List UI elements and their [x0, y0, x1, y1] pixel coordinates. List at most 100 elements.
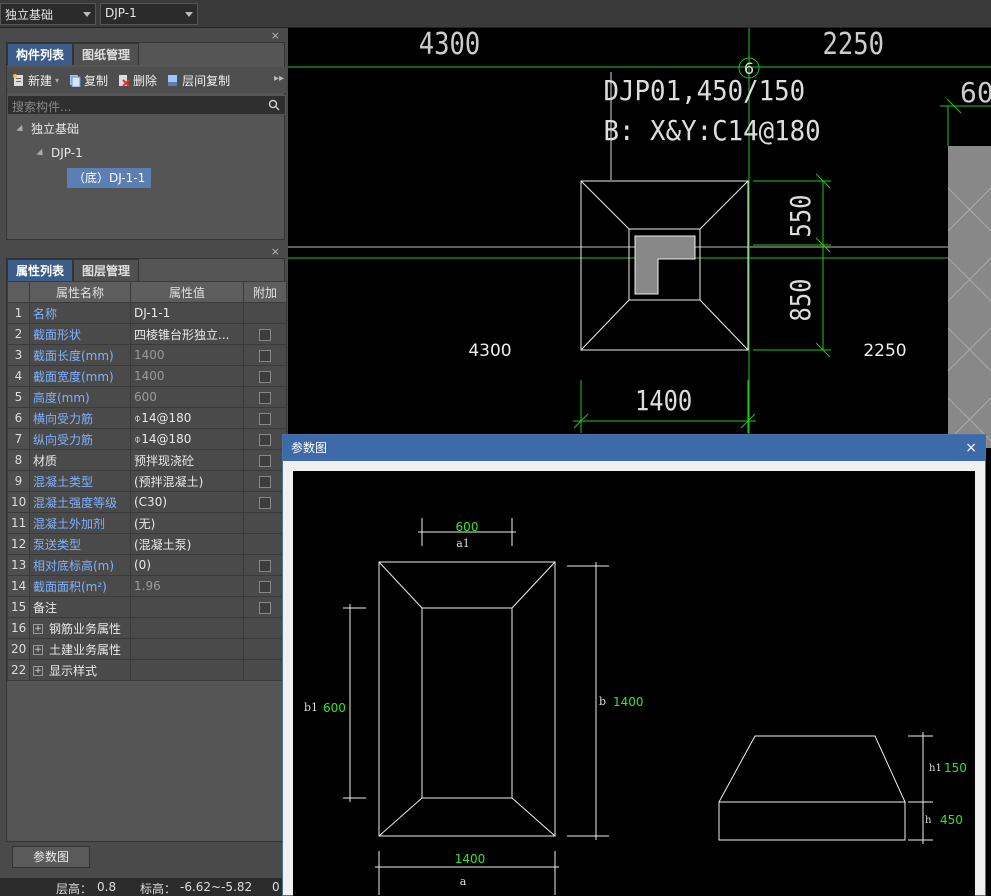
category-select[interactable]: 独立基础	[0, 3, 96, 25]
property-value[interactable]: DJ-1-1	[130, 302, 244, 324]
property-value[interactable]: 四棱锥台形独立...	[130, 323, 244, 345]
tab-layer-manage[interactable]: 图层管理	[73, 259, 140, 281]
property-row[interactable]: 20 + 土建业务属性	[7, 638, 287, 660]
dialog-titlebar[interactable]: 参数图 ×	[283, 435, 985, 461]
expand-plus-icon[interactable]: +	[33, 666, 43, 676]
property-row[interactable]: 13 相对底标高(m) (0)	[7, 554, 287, 576]
search-input[interactable]: 搜索构件...	[7, 95, 286, 115]
param-diagram-button[interactable]: 参数图	[12, 846, 90, 868]
property-name: 混凝土外加剂	[29, 512, 131, 534]
property-row[interactable]: 2 截面形状 四棱锥台形独立...	[7, 323, 287, 345]
property-row[interactable]: 22 + 显示样式	[7, 659, 287, 681]
dim-550: 550	[785, 195, 817, 238]
dropdown-arrow-icon[interactable]: ▾	[55, 76, 59, 85]
property-row[interactable]: 9 混凝土类型 (预拌混凝土)	[7, 470, 287, 492]
cad-viewport[interactable]: 6 4300 2250 600 DJP01,450/150 B: X&Y:C14…	[288, 26, 991, 448]
extra-checkbox[interactable]	[259, 349, 271, 362]
property-value[interactable]: (无)	[130, 512, 244, 534]
close-icon[interactable]: ×	[271, 245, 280, 258]
left-panel: × 构件列表 图纸管理 新建 ▾ 复制 删除 层间复制 ▸▸ 搜索构件... 独…	[0, 28, 288, 896]
property-extra	[243, 428, 287, 450]
property-name-label: 材质	[33, 453, 58, 468]
row-index: 4	[7, 365, 30, 387]
property-value[interactable]: ⌽14@180	[130, 407, 244, 429]
row-index: 3	[7, 344, 30, 366]
copy-button[interactable]: 复制	[69, 72, 108, 89]
property-value[interactable]: (预拌混凝土)	[130, 470, 244, 492]
expand-icon[interactable]	[36, 148, 46, 159]
cad-drawing[interactable]: 6 4300 2250 600 DJP01,450/150 B: X&Y:C14…	[288, 26, 991, 448]
expand-plus-icon[interactable]: +	[33, 624, 43, 634]
tree-node-djp1[interactable]: DJP-1	[36, 143, 83, 163]
property-row[interactable]: 12 泵送类型 (混凝土泵)	[7, 533, 287, 555]
tab-drawing-manage[interactable]: 图纸管理	[73, 43, 140, 65]
property-row[interactable]: 8 材质 预拌现浇砼	[7, 449, 287, 471]
property-row[interactable]: 5 高度(mm) 600	[7, 386, 287, 408]
tab-component-list[interactable]: 构件列表	[7, 43, 74, 65]
component-select[interactable]: DJP-1	[100, 3, 198, 25]
property-name-label: 泵送类型	[33, 537, 82, 552]
property-row[interactable]: 3 截面长度(mm) 1400	[7, 344, 287, 366]
property-value[interactable]: (0)	[130, 554, 244, 576]
floor-copy-button[interactable]: 层间复制	[167, 72, 230, 89]
tree-node-dj-1-1[interactable]: （底）DJ-1-1	[67, 168, 152, 188]
property-value[interactable]	[130, 617, 244, 639]
property-value[interactable]	[130, 638, 244, 660]
property-value[interactable]	[130, 596, 244, 618]
extra-checkbox[interactable]	[259, 475, 271, 488]
close-icon[interactable]: ×	[965, 435, 977, 461]
property-name-label: 混凝土强度等级	[33, 495, 118, 510]
close-icon[interactable]: ×	[271, 29, 280, 42]
extra-checkbox[interactable]	[259, 559, 271, 572]
property-value[interactable]: 预拌现浇砼	[130, 449, 244, 471]
property-value[interactable]: 600	[130, 386, 244, 408]
extra-checkbox[interactable]	[259, 496, 271, 509]
property-value[interactable]	[130, 659, 244, 681]
row-index: 5	[7, 386, 30, 408]
extra-checkbox[interactable]	[259, 391, 271, 404]
param-a-value: 1400	[455, 852, 486, 866]
extra-checkbox[interactable]	[259, 601, 271, 614]
expand-plus-icon[interactable]: +	[33, 645, 43, 655]
search-icon[interactable]	[268, 99, 280, 111]
property-row[interactable]: 15 备注	[7, 596, 287, 618]
property-value[interactable]: 1400	[130, 344, 244, 366]
property-extra	[243, 386, 287, 408]
property-row[interactable]: 10 混凝土强度等级 (C30)	[7, 491, 287, 513]
property-value[interactable]: 1400	[130, 365, 244, 387]
property-value[interactable]: (混凝土泵)	[130, 533, 244, 555]
property-value[interactable]: 1.96	[130, 575, 244, 597]
extra-checkbox[interactable]	[259, 580, 271, 593]
property-name-label: 截面面积(m²)	[33, 579, 107, 594]
extra-checkbox[interactable]	[259, 433, 271, 446]
property-value[interactable]: ⌽14@180	[130, 428, 244, 450]
property-extra	[243, 323, 287, 345]
tab-property-list[interactable]: 属性列表	[7, 259, 74, 281]
search-placeholder: 搜索构件...	[12, 100, 72, 114]
floor-height-value: 0.8	[97, 880, 117, 894]
extra-checkbox[interactable]	[259, 328, 271, 341]
property-row[interactable]: 16 + 钢筋业务属性	[7, 617, 287, 639]
property-row[interactable]: 14 截面面积(m²) 1.96	[7, 575, 287, 597]
tree-node-dj-1-1-label: （底）DJ-1-1	[73, 171, 146, 185]
component-select-value: DJP-1	[105, 6, 137, 20]
extra-checkbox[interactable]	[259, 412, 271, 425]
property-row[interactable]: 1 名称 DJ-1-1	[7, 302, 287, 324]
property-row[interactable]: 7 纵向受力筋 ⌽14@180	[7, 428, 287, 450]
property-row[interactable]: 6 横向受力筋 ⌽14@180	[7, 407, 287, 429]
property-extra	[243, 512, 287, 534]
new-button[interactable]: 新建 ▾	[13, 72, 59, 89]
delete-button[interactable]: 删除	[118, 72, 157, 89]
property-row[interactable]: 11 混凝土外加剂 (无)	[7, 512, 287, 534]
property-value[interactable]: (C30)	[130, 491, 244, 513]
param-a-label: a	[460, 875, 467, 888]
row-index: 9	[7, 470, 30, 492]
more-icon[interactable]: ▸▸	[274, 73, 284, 84]
property-row[interactable]: 4 截面宽度(mm) 1400	[7, 365, 287, 387]
extra-checkbox[interactable]	[259, 370, 271, 383]
footing-plan[interactable]	[580, 180, 749, 351]
tree-node-root[interactable]: 独立基础	[16, 119, 79, 139]
row-index: 10	[7, 491, 30, 513]
expand-icon[interactable]	[16, 124, 26, 135]
extra-checkbox[interactable]	[259, 454, 271, 467]
